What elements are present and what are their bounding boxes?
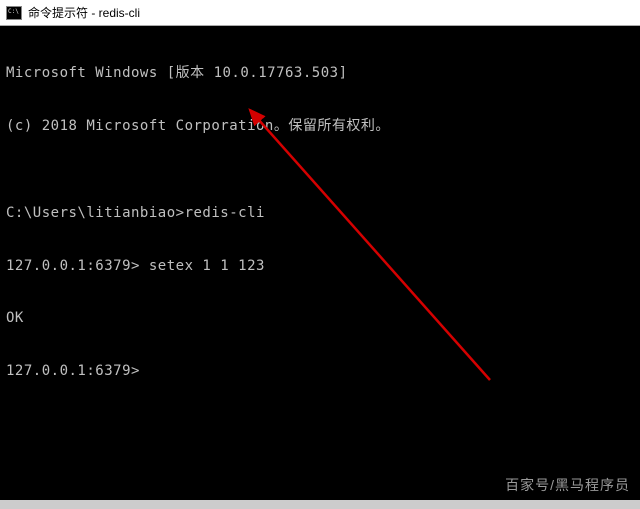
terminal-line: 127.0.0.1:6379> setex 1 1 123 bbox=[6, 258, 634, 276]
terminal-line: OK bbox=[6, 310, 634, 328]
terminal-line: Microsoft Windows [版本 10.0.17763.503] bbox=[6, 65, 634, 83]
watermark-text: 百家号/黑马程序员 bbox=[505, 475, 630, 495]
terminal-line: C:\Users\litianbiao>redis-cli bbox=[6, 205, 634, 223]
terminal-line: 127.0.0.1:6379> bbox=[6, 363, 634, 381]
window-titlebar[interactable]: 命令提示符 - redis-cli bbox=[0, 0, 640, 26]
terminal-line: (c) 2018 Microsoft Corporation。保留所有权利。 bbox=[6, 118, 634, 136]
command-prompt-window: 命令提示符 - redis-cli Microsoft Windows [版本 … bbox=[0, 0, 640, 500]
cmd-icon bbox=[6, 6, 22, 20]
window-title: 命令提示符 - redis-cli bbox=[28, 4, 140, 21]
terminal-area[interactable]: Microsoft Windows [版本 10.0.17763.503] (c… bbox=[0, 26, 640, 419]
